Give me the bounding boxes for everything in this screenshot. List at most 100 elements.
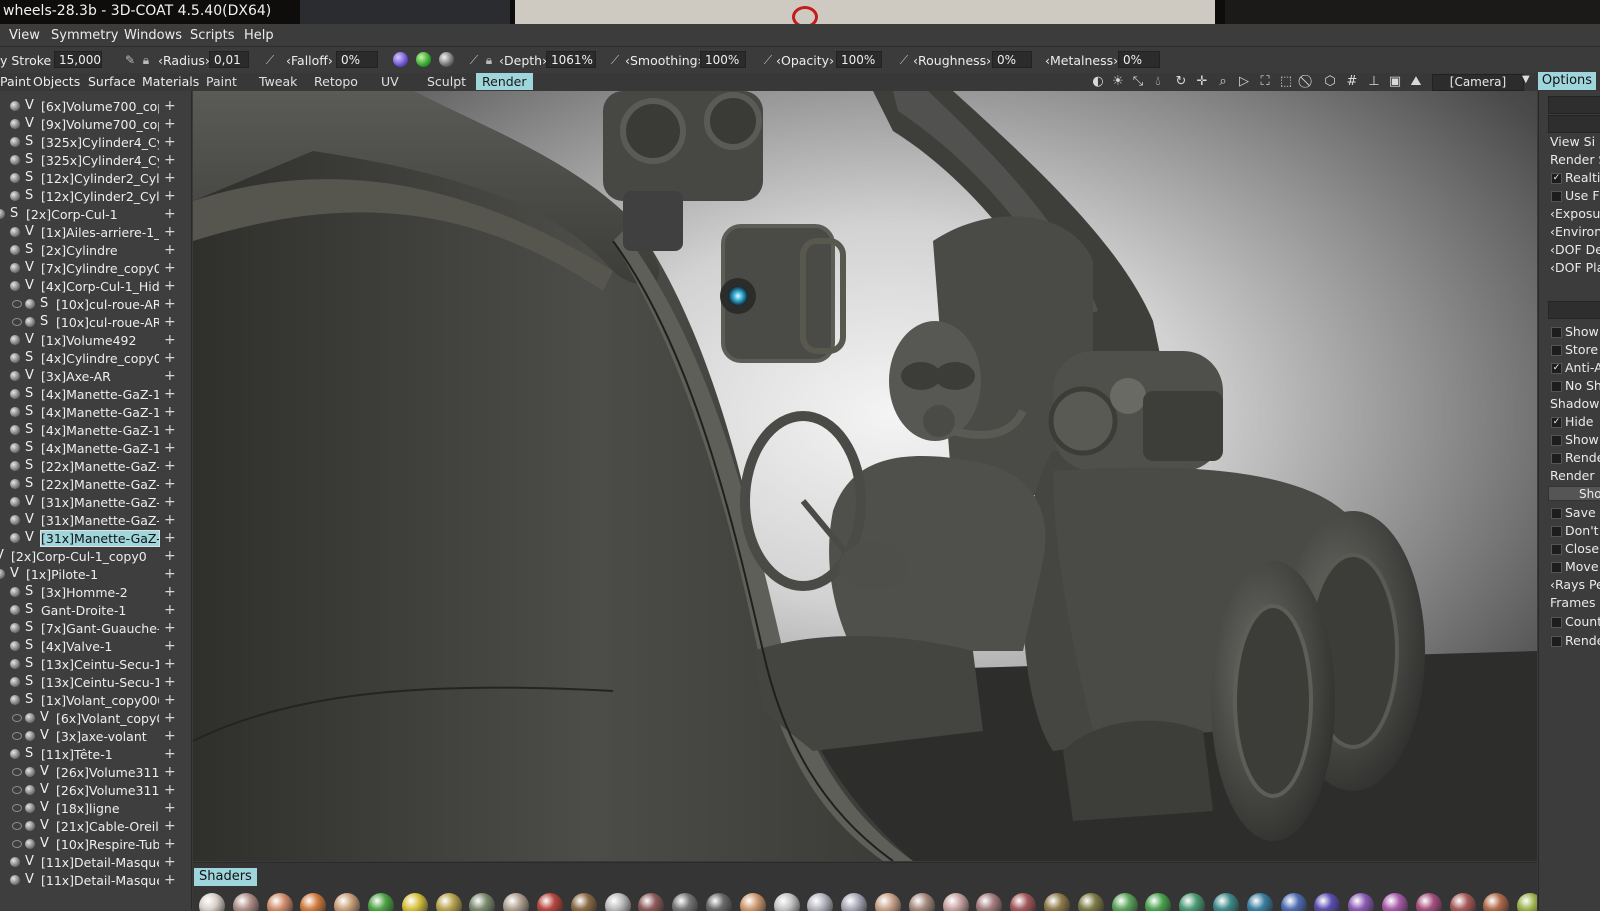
- add-layer-icon[interactable]: +: [164, 836, 176, 852]
- layer-row[interactable]: V [6x]Volant_copy0 +: [0, 709, 191, 727]
- checkbox[interactable]: ✓: [1551, 173, 1562, 184]
- layer-row[interactable]: S [325x]Cylinder4_Cyli +: [0, 151, 191, 169]
- shader-ball-icon[interactable]: [908, 893, 935, 911]
- add-layer-icon[interactable]: +: [164, 620, 176, 636]
- shader-ball-icon[interactable]: [503, 893, 530, 911]
- layer-row[interactable]: V [9x]Volume700_cop +: [0, 115, 191, 133]
- add-layer-icon[interactable]: +: [164, 872, 176, 888]
- shader-ball-icon[interactable]: [266, 893, 293, 911]
- room-tab-retopo[interactable]: Retopo: [308, 73, 364, 90]
- checkbox[interactable]: [1551, 526, 1562, 537]
- shader-ball-icon[interactable]: [1179, 893, 1206, 911]
- menu-symmetry[interactable]: Symmetry: [51, 28, 118, 43]
- layer-name[interactable]: [9x]Volume700_cop: [41, 117, 159, 132]
- shader-ball-icon[interactable]: [300, 893, 327, 911]
- layer-sphere-icon[interactable]: [10, 587, 20, 597]
- add-layer-icon[interactable]: +: [164, 278, 176, 294]
- layer-sphere-icon[interactable]: [10, 407, 20, 417]
- layer-row[interactable]: V [1x]Ailes-arriere-1_ +: [0, 223, 191, 241]
- layer-sphere-icon[interactable]: [10, 497, 20, 507]
- layer-row[interactable]: S [22x]Manette-GaZ-1 +: [0, 475, 191, 493]
- layer-sphere-icon[interactable]: [10, 443, 20, 453]
- layer-name[interactable]: [4x]Manette-GaZ-1_: [41, 441, 159, 456]
- falloff-icon[interactable]: ⟋: [262, 52, 278, 68]
- layer-row[interactable]: V [1x]Pilote-1 +: [0, 565, 191, 583]
- layer-sphere-icon[interactable]: [10, 749, 20, 759]
- layer-row[interactable]: V [31x]Manette-GaZ-1 +: [0, 493, 191, 511]
- layer-name[interactable]: [11x]Detail-Masque-: [41, 873, 159, 888]
- depth-lock-icon[interactable]: 🔒︎: [481, 52, 497, 68]
- layer-row[interactable]: S [4x]Cylindre_copy00 +: [0, 349, 191, 367]
- shader-ball-icon[interactable]: [1483, 893, 1510, 911]
- shader-ball-icon[interactable]: [739, 893, 766, 911]
- move-icon[interactable]: ✛: [1194, 74, 1210, 90]
- layer-row[interactable]: V [31x]Manette-GaZ-1 +: [0, 511, 191, 529]
- layer-name[interactable]: [3x]Axe-AR: [41, 369, 159, 384]
- option-checkbox-row[interactable]: Show: [1539, 322, 1600, 340]
- layer-sphere-icon[interactable]: [10, 389, 20, 399]
- layer-row[interactable]: V [18x]ligne +: [0, 799, 191, 817]
- checkbox[interactable]: [1551, 453, 1562, 464]
- shader-ball-icon[interactable]: [1246, 893, 1273, 911]
- add-layer-icon[interactable]: +: [164, 728, 176, 744]
- checkbox[interactable]: [1551, 508, 1562, 519]
- layer-row[interactable]: S [4x]Manette-GaZ-1_ +: [0, 439, 191, 457]
- roughness-label[interactable]: ‹Roughness›: [913, 53, 991, 68]
- add-layer-icon[interactable]: +: [164, 152, 176, 168]
- add-layer-icon[interactable]: +: [164, 566, 176, 582]
- layer-name[interactable]: [11x]Tête-1: [41, 747, 159, 762]
- layer-name[interactable]: [2x]Corp-Cul-1: [26, 207, 159, 222]
- camera-select[interactable]: [Camera]: [1432, 74, 1524, 91]
- roughness-input[interactable]: 0%: [992, 51, 1032, 68]
- cube-icon[interactable]: ⬡: [1322, 74, 1338, 90]
- add-layer-icon[interactable]: +: [164, 602, 176, 618]
- layer-name[interactable]: [1x]Ailes-arriere-1_: [41, 225, 159, 240]
- options-field[interactable]: [1548, 115, 1600, 133]
- tab-options[interactable]: Options: [1538, 72, 1596, 90]
- layer-name[interactable]: [18x]ligne: [56, 801, 159, 816]
- layer-row[interactable]: S [12x]Cylinder2_Cylin +: [0, 169, 191, 187]
- checkbox[interactable]: [1551, 327, 1562, 338]
- layer-sphere-icon[interactable]: [10, 119, 20, 129]
- layer-sphere-icon[interactable]: [10, 173, 20, 183]
- layer-name[interactable]: [325x]Cylinder4_Cyli: [41, 135, 159, 150]
- layer-row[interactable]: S [4x]Manette-GaZ-1_ +: [0, 403, 191, 421]
- smoothing-label[interactable]: ‹Smoothing›: [625, 53, 703, 68]
- lock-icon[interactable]: 🔒︎: [138, 52, 154, 68]
- drop-icon[interactable]: 💧︎: [1150, 74, 1166, 90]
- layer-row[interactable]: V [6x]Volume700_cop +: [0, 97, 191, 115]
- layer-row[interactable]: S [4x]Manette-GaZ-1 +: [0, 385, 191, 403]
- material-sphere-icon[interactable]: [393, 52, 408, 67]
- checkbox[interactable]: [1551, 435, 1562, 446]
- layer-name[interactable]: [1x]Volant_copy000: [41, 693, 159, 708]
- layer-row[interactable]: S Gant-Droite-1 +: [0, 601, 191, 619]
- options-field[interactable]: [1548, 96, 1600, 114]
- add-layer-icon[interactable]: +: [164, 746, 176, 762]
- add-layer-icon[interactable]: +: [164, 764, 176, 780]
- add-layer-icon[interactable]: +: [164, 638, 176, 654]
- shader-ball-icon[interactable]: [1415, 893, 1442, 911]
- add-layer-icon[interactable]: +: [164, 800, 176, 816]
- layer-sphere-icon[interactable]: [25, 785, 35, 795]
- layer-sphere-icon[interactable]: [25, 839, 35, 849]
- image-icon[interactable]: ⛰: [1408, 74, 1424, 90]
- add-layer-icon[interactable]: +: [164, 476, 176, 492]
- depth-input[interactable]: 1061%: [546, 51, 596, 68]
- visibility-eye-icon[interactable]: [12, 804, 22, 812]
- metalness-input[interactable]: 0%: [1118, 51, 1160, 68]
- layer-sphere-icon[interactable]: [25, 713, 35, 723]
- layer-sphere-icon[interactable]: [10, 227, 20, 237]
- add-layer-icon[interactable]: +: [164, 206, 176, 222]
- layer-sphere-icon[interactable]: [10, 263, 20, 273]
- play-icon[interactable]: ▷: [1236, 74, 1252, 90]
- layer-name[interactable]: [10x]Respire-Tube: [56, 837, 159, 852]
- add-layer-icon[interactable]: +: [164, 116, 176, 132]
- option-checkbox-row[interactable]: Move: [1539, 557, 1600, 575]
- light-direction-icon[interactable]: ⤡: [1130, 74, 1146, 90]
- checkbox[interactable]: [1551, 562, 1562, 573]
- layer-name[interactable]: [6x]Volant_copy0: [56, 711, 159, 726]
- layer-row[interactable]: V [1x]Volume492 +: [0, 331, 191, 349]
- layer-row[interactable]: S [1x]Volant_copy000 +: [0, 691, 191, 709]
- layer-row[interactable]: V [2x]Corp-Cul-1_copy0 +: [0, 547, 191, 565]
- shader-ball-icon[interactable]: [1314, 893, 1341, 911]
